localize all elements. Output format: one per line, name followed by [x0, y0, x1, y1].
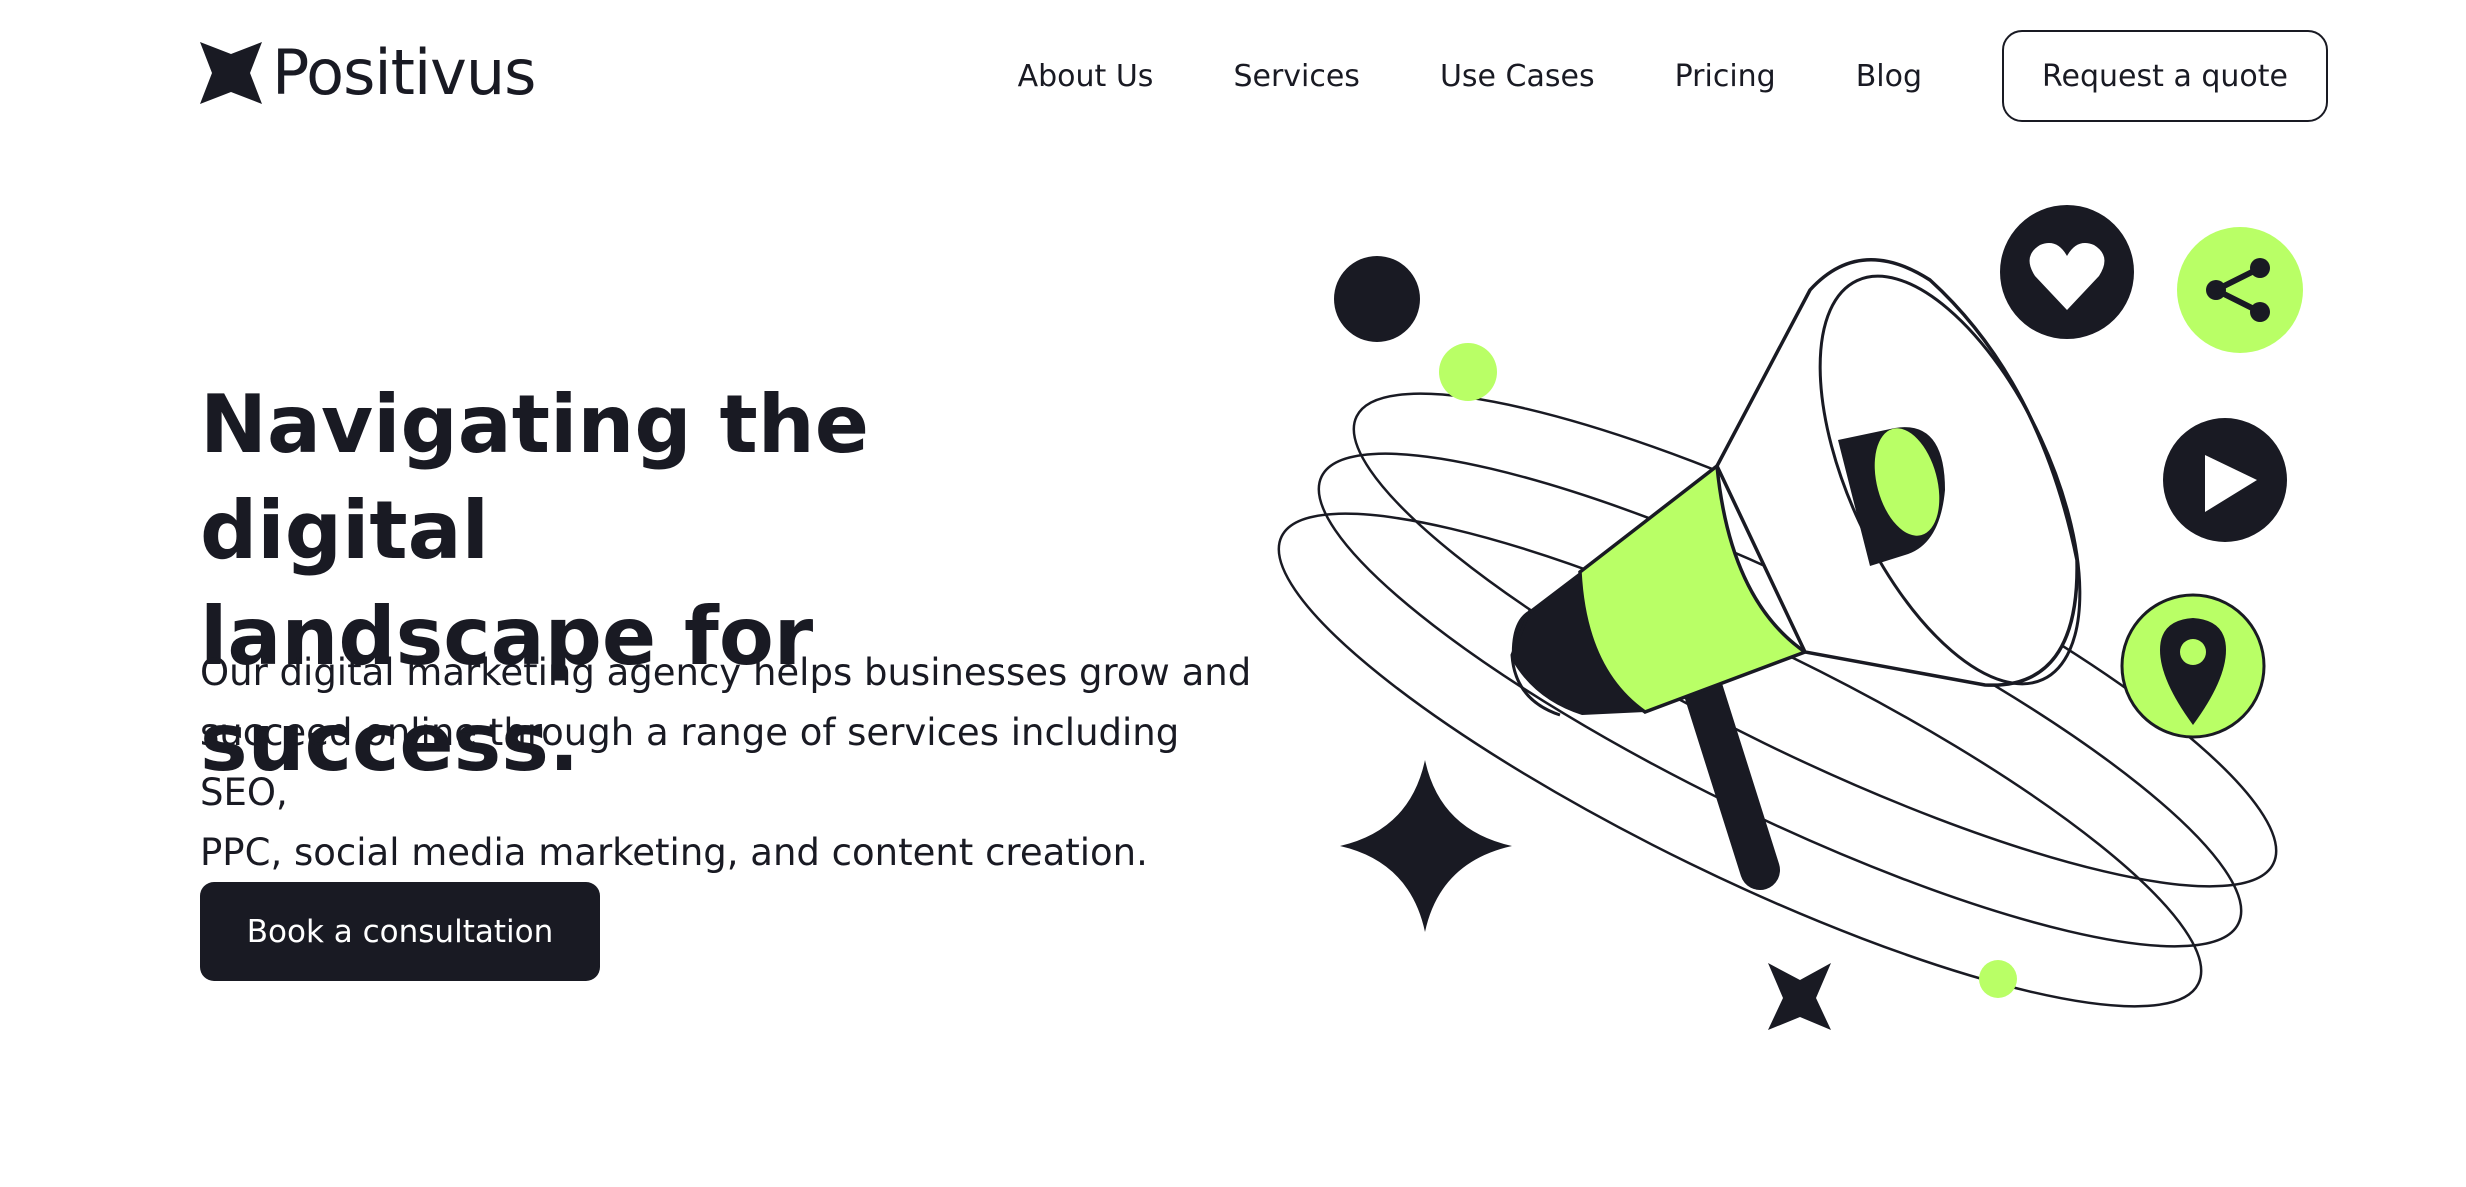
nav-link-pricing[interactable]: Pricing: [1675, 59, 1776, 94]
green-dot-top: [1439, 343, 1497, 401]
main-nav: About Us Services Use Cases Pricing Blog…: [1018, 30, 2328, 122]
brand-logo[interactable]: Positivus: [200, 36, 536, 109]
brand-name: Positivus: [272, 36, 536, 109]
landing-page: Positivus About Us Services Use Cases Pr…: [0, 0, 2466, 1187]
hero-description-line-1: Our digital marketing agency helps busin…: [200, 651, 1252, 694]
nav-link-blog[interactable]: Blog: [1856, 59, 1922, 94]
hero-illustration: [1277, 205, 2303, 1030]
heart-icon: [2000, 205, 2134, 339]
green-dot-bottom: [1979, 960, 2017, 998]
request-quote-button[interactable]: Request a quote: [2002, 30, 2328, 122]
logo-star-icon: [200, 42, 262, 104]
nav-link-about-us[interactable]: About Us: [1018, 59, 1154, 94]
hero-description-line-3: PPC, social media marketing, and content…: [200, 831, 1148, 874]
location-pin-icon: [2120, 593, 2266, 739]
book-consultation-button[interactable]: Book a consultation: [200, 882, 600, 981]
hero-description-line-2: succeed online through a range of servic…: [200, 711, 1180, 814]
hero-title-line-1: Navigating the digital: [200, 378, 869, 577]
sparkle-star-icon: [1340, 760, 1512, 932]
small-star-icon: [1768, 963, 1831, 1030]
play-icon: [2163, 418, 2287, 542]
hero-description: Our digital marketing agency helps busin…: [200, 643, 1260, 883]
share-icon: [2177, 227, 2303, 353]
dark-dot: [1334, 256, 1420, 342]
nav-link-use-cases[interactable]: Use Cases: [1440, 59, 1595, 94]
nav-link-services[interactable]: Services: [1233, 59, 1360, 94]
